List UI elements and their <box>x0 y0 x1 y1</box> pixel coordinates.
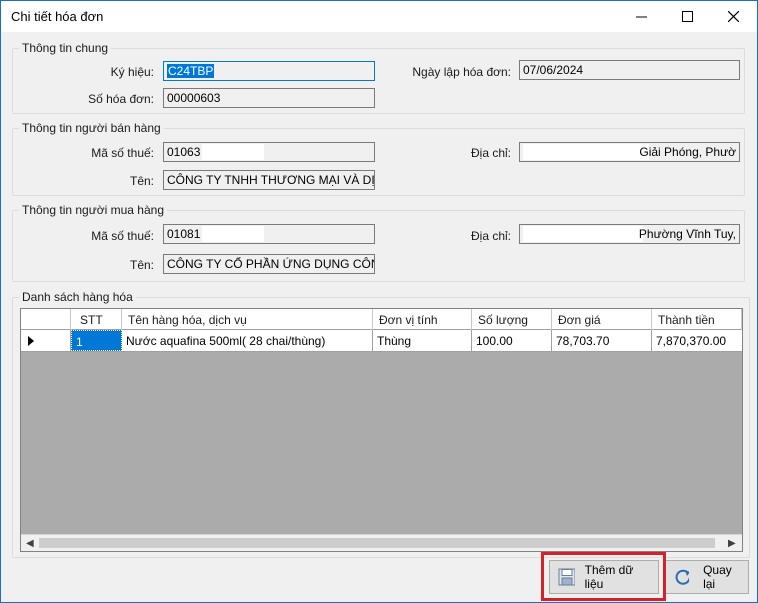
buyer-info-label: Thông tin người mua hàng <box>19 203 167 217</box>
row-header[interactable] <box>21 330 71 351</box>
seller-info-label: Thông tin người bán hàng <box>19 121 164 135</box>
cell-unit-price[interactable]: 78,703.70 <box>552 330 652 351</box>
cell-total[interactable]: 7,870,370.00 <box>652 330 742 351</box>
column-header-stt[interactable]: STT <box>71 309 122 330</box>
redaction-mask <box>202 144 264 160</box>
seller-name-input[interactable]: CÔNG TY TNHH THƯƠNG MẠI VÀ DỊCH V <box>163 170 375 190</box>
refresh-icon <box>675 569 690 585</box>
general-info-label: Thông tin chung <box>19 41 112 55</box>
grid-header: STT Tên hàng hóa, dịch vụ Đơn vị tính Số… <box>21 309 742 330</box>
invoice-detail-window: Chi tiết hóa đơn Thông tin chung Ký hiệu… <box>0 0 758 603</box>
buyer-name-value: CÔNG TY CỔ PHẦN ỨNG DỤNG CÔNG N <box>167 257 374 271</box>
symbol-value: C24TBP <box>167 64 215 78</box>
buyer-name-label: Tên: <box>129 258 154 272</box>
redaction-mask <box>202 226 264 242</box>
close-button[interactable] <box>710 1 756 32</box>
invoice-date-label: Ngày lập hóa đơn: <box>412 65 511 79</box>
current-row-arrow-icon <box>28 336 34 346</box>
seller-tax-label: Mã số thuế: <box>91 146 154 160</box>
invoice-number-label: Số hóa đơn: <box>88 92 154 106</box>
column-header-name[interactable]: Tên hàng hóa, dịch vụ <box>122 309 373 330</box>
close-icon <box>727 11 739 22</box>
buyer-tax-value: 01081 <box>167 227 201 241</box>
buyer-address-input[interactable]: Phường Vĩnh Tuy, <box>519 224 740 244</box>
redaction-mask <box>523 144 649 160</box>
seller-address-label: Địa chỉ: <box>470 146 511 160</box>
cell-stt[interactable]: 1 <box>71 330 122 351</box>
back-label: Quay lại <box>703 563 732 591</box>
column-header-unit-price[interactable]: Đơn giá <box>552 309 652 330</box>
buyer-address-label: Địa chỉ: <box>470 229 511 243</box>
minimize-icon <box>635 16 647 18</box>
cell-quantity[interactable]: 100.00 <box>472 330 552 351</box>
buyer-address-value: Phường Vĩnh Tuy, <box>638 227 736 241</box>
buyer-name-input[interactable]: CÔNG TY CỔ PHẦN ỨNG DỤNG CÔNG N <box>163 254 375 274</box>
scroll-left-icon[interactable]: ◀ <box>26 538 34 549</box>
invoice-number-input[interactable]: 00000603 <box>163 88 375 108</box>
title-bar[interactable]: Chi tiết hóa đơn <box>1 1 757 32</box>
cell-unit[interactable]: Thùng <box>373 330 472 351</box>
cell-name[interactable]: Nước aquafina 500ml( 28 chai/thùng) <box>122 330 373 351</box>
buyer-tax-label: Mã số thuế: <box>91 229 154 243</box>
column-header-quantity[interactable]: Số lượng <box>472 309 552 330</box>
seller-tax-value: 01063 <box>167 145 201 159</box>
column-header-total[interactable]: Thành tiền <box>652 309 742 330</box>
goods-list-label: Danh sách hàng hóa <box>19 290 136 304</box>
highlight-box <box>541 552 666 601</box>
back-button[interactable]: Quay lại <box>665 560 749 594</box>
window-title: Chi tiết hóa đơn <box>11 9 104 24</box>
maximize-icon <box>681 11 693 22</box>
scroll-right-icon[interactable]: ▶ <box>728 538 736 549</box>
symbol-input[interactable]: C24TBP <box>163 61 375 81</box>
invoice-number-value: 00000603 <box>167 91 221 105</box>
invoice-date-value: 07/06/2024 <box>523 63 584 77</box>
scrollbar-thumb[interactable] <box>39 538 715 548</box>
seller-name-label: Tên: <box>129 174 154 188</box>
row-header-corner[interactable] <box>21 309 71 330</box>
invoice-date-input[interactable]: 07/06/2024 <box>519 60 740 80</box>
horizontal-scrollbar[interactable]: ◀ ▶ <box>21 534 742 551</box>
symbol-label: Ký hiệu: <box>110 65 154 79</box>
seller-name-value: CÔNG TY TNHH THƯƠNG MẠI VÀ DỊCH V <box>167 173 375 187</box>
minimize-button[interactable] <box>618 1 664 32</box>
column-header-unit[interactable]: Đơn vị tính <box>373 309 472 330</box>
maximize-button[interactable] <box>664 1 710 32</box>
goods-grid[interactable]: STT Tên hàng hóa, dịch vụ Đơn vị tính Số… <box>20 308 743 552</box>
seller-address-value: Giải Phóng, Phườ <box>639 145 736 159</box>
table-row[interactable]: 1 Nước aquafina 500ml( 28 chai/thùng) Th… <box>21 330 742 352</box>
redaction-mask <box>523 226 643 242</box>
seller-tax-input[interactable]: 01063 <box>163 142 375 162</box>
seller-address-input[interactable]: Giải Phóng, Phườ <box>519 142 740 162</box>
buyer-tax-input[interactable]: 01081 <box>163 224 375 244</box>
